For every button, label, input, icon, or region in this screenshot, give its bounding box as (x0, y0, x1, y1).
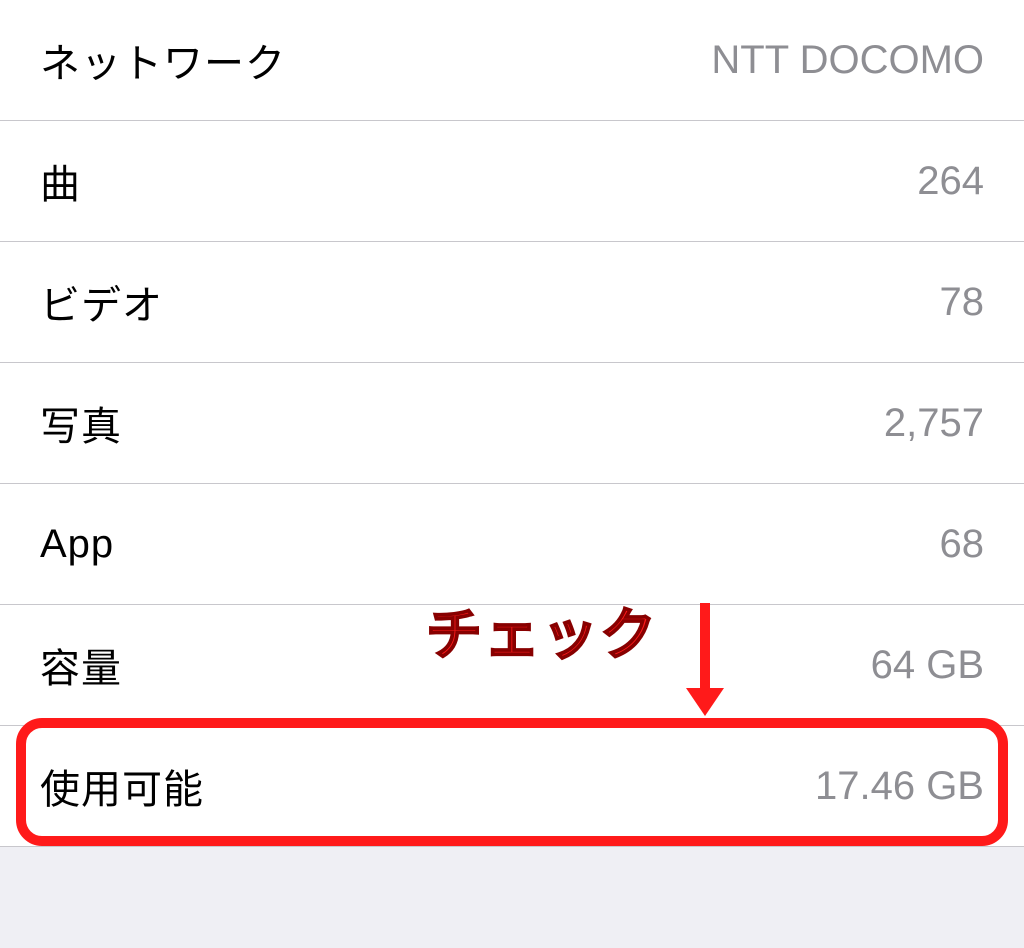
label-videos: ビデオ (40, 273, 163, 331)
label-capacity: 容量 (40, 636, 122, 694)
row-videos[interactable]: ビデオ 78 (0, 242, 1024, 363)
label-available: 使用可能 (40, 757, 204, 815)
footer-gap (0, 847, 1024, 948)
value-network: NTT DOCOMO (711, 38, 984, 83)
row-apps[interactable]: App 68 (0, 484, 1024, 605)
row-photos[interactable]: 写真 2,757 (0, 363, 1024, 484)
value-apps: 68 (940, 522, 985, 567)
label-songs: 曲 (40, 152, 81, 210)
value-songs: 264 (917, 159, 984, 204)
row-available[interactable]: 使用可能 17.46 GB (0, 726, 1024, 847)
settings-list: ネットワーク NTT DOCOMO 曲 264 ビデオ 78 写真 2,757 … (0, 0, 1024, 847)
label-network: ネットワーク (40, 31, 286, 89)
row-network[interactable]: ネットワーク NTT DOCOMO (0, 0, 1024, 121)
value-photos: 2,757 (884, 401, 984, 446)
value-videos: 78 (940, 280, 985, 325)
label-photos: 写真 (40, 394, 122, 452)
label-apps: App (40, 522, 114, 567)
value-available: 17.46 GB (815, 764, 984, 809)
row-capacity[interactable]: 容量 64 GB (0, 605, 1024, 726)
row-songs[interactable]: 曲 264 (0, 121, 1024, 242)
value-capacity: 64 GB (871, 643, 984, 688)
